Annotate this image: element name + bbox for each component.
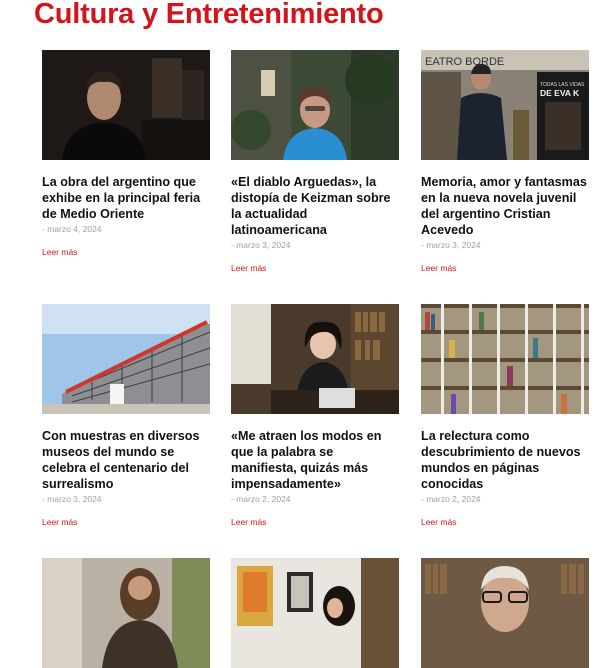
poster-main-text: DE EVA K [540,88,580,98]
article-title[interactable]: Memoria, amor y fantasmas en la nueva no… [421,174,589,238]
portrait-man-dark-photo [42,50,210,160]
article-card [231,558,399,668]
article-card: La relectura como descubrimiento de nuev… [421,304,589,530]
article-image[interactable] [231,558,399,668]
read-more-link[interactable]: Leer más [421,517,456,527]
article-card: «Me atraen los modos en que la palabra s… [231,304,399,530]
section-title: Cultura y Entretenimiento [34,0,384,30]
portrait-woman-library-photo [231,304,399,414]
article-image[interactable]: EATRO BORDE TODAS LAS VIDAS DE EVA K [421,50,589,160]
article-image[interactable] [42,558,210,668]
article-date: - marzo 2, 2024 [421,494,481,504]
theater-sign-text: EATRO BORDE [425,56,504,68]
article-image[interactable] [421,304,589,414]
article-card: EATRO BORDE TODAS LAS VIDAS DE EVA K Mem… [421,50,589,276]
article-date: - marzo 3, 2024 [231,240,291,250]
article-title[interactable]: «El diablo Arguedas», la distopía de Kei… [231,174,399,238]
portrait-woman-garden-photo [231,50,399,160]
bookshelves-photo [421,304,589,414]
article-date: - marzo 4, 2024 [42,224,102,234]
article-card [42,558,210,668]
article-title[interactable]: La obra del argentino que exhibe en la p… [42,174,210,222]
article-card: Con muestras en diversos museos del mund… [42,304,210,530]
woman-artwork-photo [231,558,399,668]
article-card: La obra del argentino que exhibe en la p… [42,50,210,260]
article-date: - marzo 3, 2024 [42,494,102,504]
read-more-link[interactable]: Leer más [231,263,266,273]
article-image[interactable] [421,558,589,668]
article-image[interactable] [231,50,399,160]
article-date: - marzo 3, 2024 [421,240,481,250]
article-card [421,558,589,668]
article-title[interactable]: «Me atraen los modos en que la palabra s… [231,428,399,492]
article-card: «El diablo Arguedas», la distopía de Kei… [231,50,399,276]
article-title[interactable]: Con muestras en diversos museos del mund… [42,428,210,492]
pompidou-building-photo [42,304,210,414]
read-more-link[interactable]: Leer más [231,517,266,527]
portrait-elderly-man-photo [421,558,589,668]
article-title[interactable]: La relectura como descubrimiento de nuev… [421,428,589,492]
article-image[interactable] [42,50,210,160]
portrait-man-theater-photo: EATRO BORDE TODAS LAS VIDAS DE EVA K [421,50,589,160]
portrait-bearded-man-photo [42,558,210,668]
read-more-link[interactable]: Leer más [42,247,77,257]
article-date: - marzo 2, 2024 [231,494,291,504]
article-image[interactable] [231,304,399,414]
article-image[interactable] [42,304,210,414]
read-more-link[interactable]: Leer más [421,263,456,273]
read-more-link[interactable]: Leer más [42,517,77,527]
